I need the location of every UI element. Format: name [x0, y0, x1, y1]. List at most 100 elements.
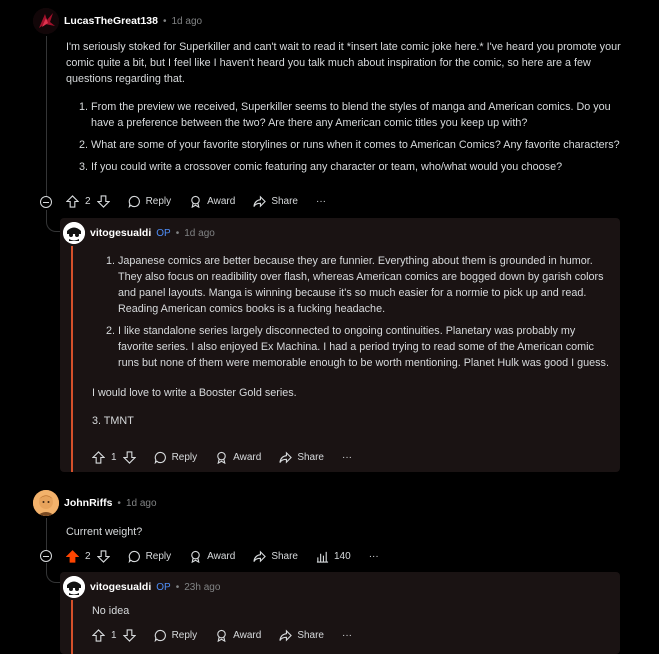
award-label: Award — [233, 630, 262, 641]
separator-dot: • — [175, 581, 180, 593]
award-button[interactable]: Award — [215, 451, 261, 464]
reply-button[interactable]: Reply — [128, 550, 172, 563]
avatar[interactable] — [63, 576, 85, 598]
more-options-button[interactable]: ··· — [342, 630, 352, 641]
comment-body: Japanese comics are better because they … — [92, 253, 612, 429]
upvote-icon[interactable] — [92, 451, 105, 464]
more-options-icon: ··· — [342, 452, 352, 463]
separator-dot: • — [175, 227, 180, 239]
separator-dot: • — [162, 15, 167, 27]
more-options-button[interactable]: ··· — [369, 551, 379, 562]
award-button[interactable]: Award — [189, 195, 235, 208]
award-icon — [217, 629, 226, 642]
share-button[interactable]: Share — [279, 629, 324, 642]
comment-header: vitogesualdi OP • 23h ago — [63, 576, 220, 598]
collapse-button[interactable] — [40, 196, 52, 208]
share-icon — [253, 550, 267, 563]
timestamp[interactable]: 23h ago — [184, 582, 220, 593]
list-item: Japanese comics are better because they … — [118, 253, 612, 317]
upvote-icon[interactable] — [92, 629, 105, 642]
reply-button[interactable]: Reply — [128, 195, 172, 208]
comment-paragraph: I would love to write a Booster Gold ser… — [92, 387, 297, 399]
downvote-icon[interactable] — [122, 451, 136, 464]
comment-body: I'm seriously stoked for Superkiller and… — [66, 39, 631, 181]
reply-button[interactable]: Reply — [154, 451, 198, 464]
comment-body: No idea — [92, 603, 612, 619]
op-badge: OP — [156, 227, 171, 239]
vote-score: 1 — [111, 452, 117, 463]
upvote-icon[interactable] — [66, 195, 79, 208]
avatar[interactable] — [33, 8, 59, 34]
reply-label: Reply — [145, 551, 172, 562]
reply-button[interactable]: Reply — [154, 629, 197, 642]
username[interactable]: LucasTheGreat138 — [64, 15, 158, 27]
award-label: Award — [233, 452, 262, 463]
list-item: From the preview we received, Superkille… — [91, 99, 631, 131]
comment-paragraph: Current weight? — [66, 526, 143, 538]
comment-header: LucasTheGreat138 • 1d ago — [33, 8, 202, 34]
list-item: I like standalone series largely disconn… — [118, 323, 612, 371]
award-icon — [191, 550, 200, 563]
upvote-icon[interactable] — [66, 550, 79, 563]
vote-controls: 1 — [92, 451, 136, 464]
vote-controls: 2 — [66, 550, 110, 563]
share-button[interactable]: Share — [253, 195, 298, 208]
award-button[interactable]: Award — [215, 629, 261, 642]
thread-line[interactable] — [46, 36, 47, 196]
award-icon — [217, 451, 226, 464]
thread-connector — [46, 563, 60, 583]
share-button[interactable]: Share — [253, 550, 298, 563]
reply-label: Reply — [145, 196, 172, 207]
share-button[interactable]: Share — [279, 451, 324, 464]
list-item: What are some of your favorite storyline… — [91, 137, 631, 153]
timestamp[interactable]: 1d ago — [126, 498, 157, 509]
username[interactable]: vitogesualdi — [90, 581, 151, 593]
avatar[interactable] — [33, 490, 59, 516]
reply-thread-bar[interactable] — [71, 600, 73, 654]
collapse-button[interactable] — [40, 550, 52, 562]
more-options-button[interactable]: ··· — [342, 452, 352, 463]
reply-thread-bar[interactable] — [71, 246, 73, 472]
username[interactable]: vitogesualdi — [90, 227, 151, 239]
more-options-icon: ··· — [342, 630, 352, 641]
share-label: Share — [271, 196, 298, 207]
share-icon — [279, 451, 293, 464]
thread-connector — [46, 210, 60, 232]
answer-list: Japanese comics are better because they … — [92, 253, 612, 371]
more-options-button[interactable]: ··· — [316, 196, 326, 207]
comment-actions: 1 Reply Award Share ··· — [92, 451, 370, 464]
thread-line[interactable] — [46, 518, 47, 550]
op-badge: OP — [156, 581, 171, 593]
comment-actions: 2 Reply Award Share ··· — [66, 195, 344, 208]
comment-actions: 2 Reply Award Share 140 ··· — [66, 550, 397, 563]
comment-paragraph: I'm seriously stoked for Superkiller and… — [66, 41, 621, 85]
vote-score: 2 — [85, 196, 91, 207]
comment-actions: 1 Reply Award Share ··· — [92, 629, 370, 642]
comment-paragraph: 3. TMNT — [92, 415, 134, 427]
comment-icon — [128, 195, 140, 208]
comment-header: JohnRiffs • 1d ago — [33, 490, 157, 516]
view-count: 140 — [334, 551, 351, 562]
vote-controls: 1 — [92, 629, 136, 642]
timestamp[interactable]: 1d ago — [184, 228, 215, 239]
award-label: Award — [207, 196, 236, 207]
username[interactable]: JohnRiffs — [64, 497, 112, 509]
share-icon — [279, 629, 293, 642]
downvote-icon[interactable] — [96, 550, 110, 563]
share-icon — [253, 195, 267, 208]
comment-icon — [128, 550, 140, 563]
award-button[interactable]: Award — [189, 550, 235, 563]
avatar-image — [63, 222, 85, 244]
more-options-icon: ··· — [316, 196, 326, 207]
downvote-icon[interactable] — [96, 195, 110, 208]
downvote-icon[interactable] — [122, 629, 136, 642]
avatar-image — [33, 8, 59, 34]
share-label: Share — [271, 551, 298, 562]
share-label: Share — [297, 452, 324, 463]
avatar-image — [33, 490, 59, 516]
reply-label: Reply — [171, 452, 198, 463]
timestamp[interactable]: 1d ago — [171, 16, 202, 27]
avatar[interactable] — [63, 222, 85, 244]
question-list: From the preview we received, Superkille… — [66, 99, 631, 175]
insights-button[interactable]: 140 — [316, 550, 351, 563]
